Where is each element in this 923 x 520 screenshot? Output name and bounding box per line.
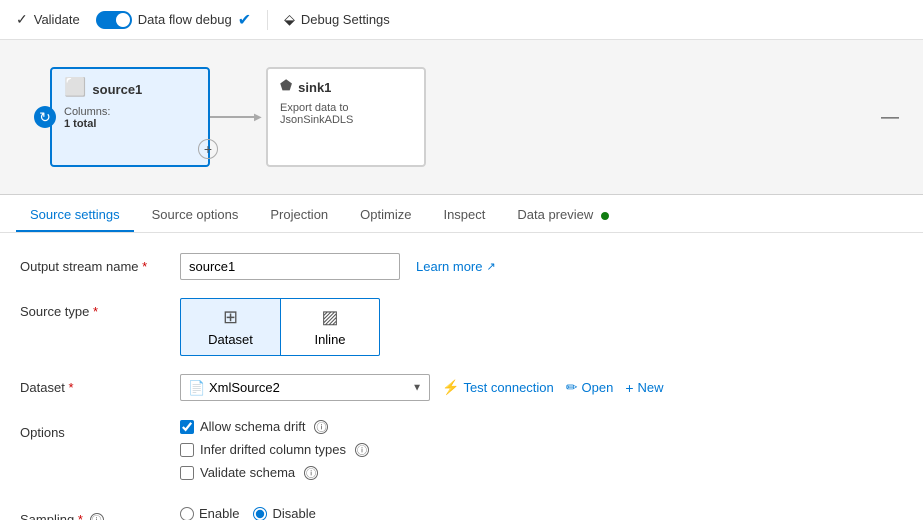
external-link-icon: ↗ xyxy=(486,260,495,273)
source-type-row: Source type * ⊞ Dataset ▨ Inline xyxy=(20,298,903,356)
sampling-enable-radio[interactable] xyxy=(180,507,194,520)
inline-icon: ▨ xyxy=(321,307,338,328)
source-badge: ↻ xyxy=(34,106,56,128)
sampling-disable-option[interactable]: Disable xyxy=(253,506,315,520)
toolbar: ✓ Validate Data flow debug ✔ ⬙ Debug Set… xyxy=(0,0,923,40)
tab-optimize[interactable]: Optimize xyxy=(346,199,425,232)
validate-schema-row: Validate schema ⓘ xyxy=(180,465,903,480)
tab-data-preview[interactable]: Data preview xyxy=(503,199,623,232)
canvas-area: ↻ ⬜ source1 Columns: 1 total + ▶ ⬟ sink1… xyxy=(0,40,923,195)
options-control: Allow schema drift ⓘ Infer drifted colum… xyxy=(180,419,903,488)
allow-schema-drift-checkbox[interactable] xyxy=(180,420,194,434)
source-node-title: source1 xyxy=(92,82,142,97)
settings-icon: ⬙ xyxy=(284,11,295,28)
dataset-row: Dataset * 📄 XmlSource2 ▼ ⚡ Test connecti… xyxy=(20,374,903,401)
sampling-disable-radio[interactable] xyxy=(253,507,267,520)
sampling-radio-group: Enable Disable xyxy=(180,506,903,520)
source-type-group: ⊞ Dataset ▨ Inline xyxy=(180,298,903,356)
dataset-select-wrapper: 📄 XmlSource2 ▼ xyxy=(180,374,430,401)
dataset-icon: ⊞ xyxy=(223,307,238,328)
open-button[interactable]: ✏ Open xyxy=(566,379,614,396)
allow-schema-drift-row: Allow schema drift ⓘ xyxy=(180,419,903,434)
debug-toggle[interactable]: Data flow debug ✔ xyxy=(96,10,251,30)
source-columns-count: 1 total xyxy=(64,118,96,130)
options-label: Options xyxy=(20,419,180,440)
output-stream-label: Output stream name * xyxy=(20,253,180,274)
dataset-required: * xyxy=(68,380,73,395)
sampling-info-icon: ⓘ xyxy=(90,513,104,520)
debug-switch[interactable] xyxy=(96,11,132,29)
output-stream-control: Learn more ↗ xyxy=(180,253,903,280)
output-stream-required: * xyxy=(142,259,147,274)
sampling-control: Enable Disable xyxy=(180,506,903,520)
sink-node-icon: ⬟ xyxy=(280,77,292,94)
source-type-control: ⊞ Dataset ▨ Inline xyxy=(180,298,903,356)
content-area: Output stream name * Learn more ↗ Source… xyxy=(0,233,923,520)
tab-source-settings[interactable]: Source settings xyxy=(16,199,134,232)
infer-drifted-label: Infer drifted column types xyxy=(200,442,346,457)
new-icon: + xyxy=(625,380,633,396)
inline-type-button[interactable]: ▨ Inline xyxy=(280,298,380,356)
minimize-button[interactable]: — xyxy=(881,107,899,128)
sampling-label: Sampling * ⓘ xyxy=(20,506,180,520)
sampling-enable-option[interactable]: Enable xyxy=(180,506,239,520)
tab-source-options[interactable]: Source options xyxy=(138,199,253,232)
validate-button[interactable]: ✓ Validate xyxy=(16,11,80,28)
validate-schema-info-icon: ⓘ xyxy=(304,466,318,480)
source-type-label: Source type * xyxy=(20,298,180,319)
data-preview-dot xyxy=(601,212,609,220)
dataset-select[interactable]: XmlSource2 xyxy=(180,374,430,401)
learn-more-link[interactable]: Learn more ↗ xyxy=(416,259,496,274)
dataset-control: 📄 XmlSource2 ▼ ⚡ Test connection ✏ Open … xyxy=(180,374,903,401)
tab-inspect[interactable]: Inspect xyxy=(429,199,499,232)
sampling-row: Sampling * ⓘ Enable Disable xyxy=(20,506,903,520)
sink-node[interactable]: ⬟ sink1 Export data to JsonSinkADLS xyxy=(266,67,426,167)
allow-schema-info-icon: ⓘ xyxy=(314,420,328,434)
new-button[interactable]: + New xyxy=(625,380,663,396)
options-row: Options Allow schema drift ⓘ Infer drift… xyxy=(20,419,903,488)
sink-node-title: sink1 xyxy=(298,80,331,95)
add-node-button[interactable]: + xyxy=(198,139,218,159)
sampling-required: * xyxy=(78,512,83,520)
arrow-connector: ▶ xyxy=(210,112,266,123)
sampling-disable-label: Disable xyxy=(272,506,315,520)
tab-projection[interactable]: Projection xyxy=(256,199,342,232)
dataset-select-row: 📄 XmlSource2 ▼ ⚡ Test connection ✏ Open … xyxy=(180,374,903,401)
tab-bar: Source settings Source options Projectio… xyxy=(0,195,923,233)
open-icon: ✏ xyxy=(566,379,578,396)
infer-drifted-row: Infer drifted column types ⓘ xyxy=(180,442,903,457)
output-stream-input[interactable] xyxy=(180,253,400,280)
infer-drifted-info-icon: ⓘ xyxy=(355,443,369,457)
checkmark-icon: ✓ xyxy=(16,11,28,28)
source-node-icon: ⬜ xyxy=(64,77,86,98)
allow-schema-drift-label: Allow schema drift xyxy=(200,419,305,434)
source-node[interactable]: ↻ ⬜ source1 Columns: 1 total + xyxy=(50,67,210,167)
dataset-type-button[interactable]: ⊞ Dataset xyxy=(180,298,280,356)
infer-drifted-checkbox[interactable] xyxy=(180,443,194,457)
sampling-enable-label: Enable xyxy=(199,506,239,520)
debug-settings-button[interactable]: ⬙ Debug Settings xyxy=(284,11,390,28)
validate-schema-checkbox[interactable] xyxy=(180,466,194,480)
validate-schema-label: Validate schema xyxy=(200,465,295,480)
toolbar-divider xyxy=(267,10,268,30)
output-stream-row: Output stream name * Learn more ↗ xyxy=(20,253,903,280)
source-type-required: * xyxy=(93,304,98,319)
debug-status-icon: ✔ xyxy=(238,10,251,30)
sink-node-sub: Export data to JsonSinkADLS xyxy=(280,102,410,126)
test-connection-button[interactable]: ⚡ Test connection xyxy=(442,379,554,396)
dataset-label: Dataset * xyxy=(20,374,180,395)
test-connection-icon: ⚡ xyxy=(442,379,459,396)
source-columns-label: Columns: xyxy=(64,106,110,118)
